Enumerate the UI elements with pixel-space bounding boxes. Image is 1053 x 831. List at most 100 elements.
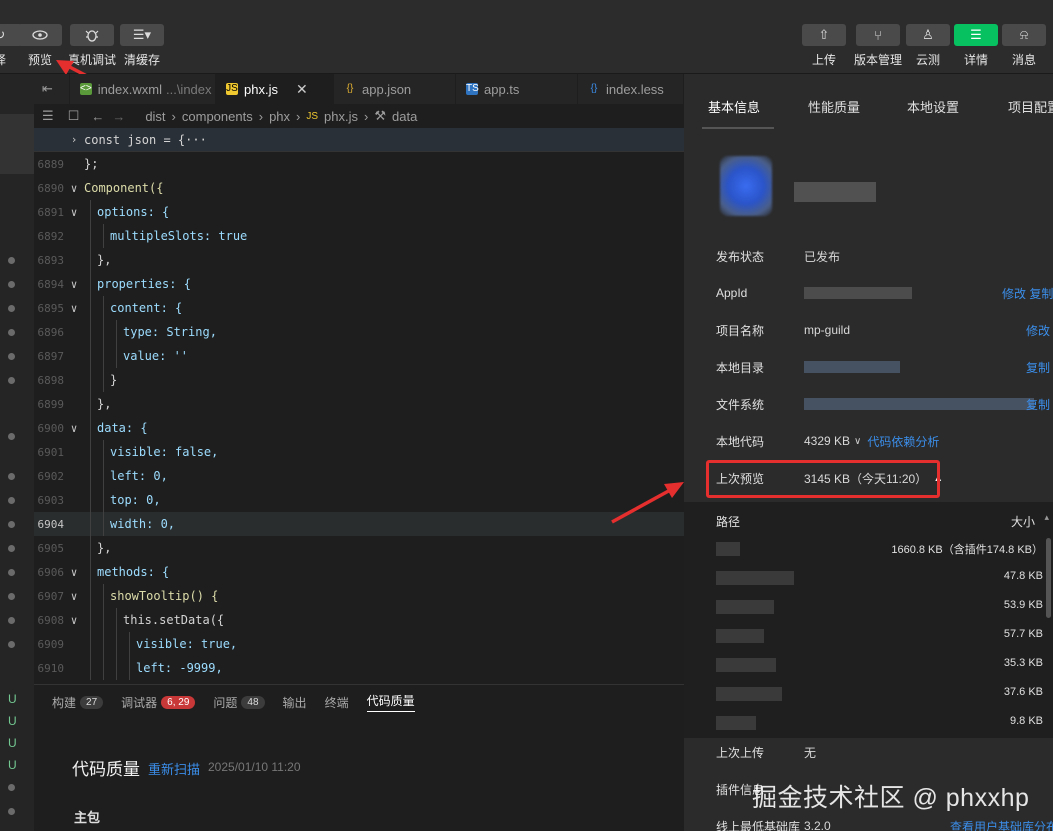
- tab-basic-info[interactable]: 基本信息: [708, 97, 760, 116]
- tab-performance[interactable]: 性能质量: [808, 97, 860, 116]
- indent-guide: [90, 584, 91, 608]
- fold-chevron-icon[interactable]: ∨: [64, 206, 84, 219]
- code-line[interactable]: 6895 ∨ content: {: [34, 296, 684, 320]
- tab-project-config[interactable]: 项目配置: [1008, 97, 1053, 116]
- eye-icon: [18, 24, 62, 46]
- chevron-right-icon[interactable]: ›: [64, 133, 84, 146]
- line-number: 6910: [37, 661, 65, 675]
- tab-index-wxml[interactable]: <> index.wxml ...\index: [70, 74, 216, 104]
- indent-guide: [116, 320, 117, 344]
- code-line[interactable]: 6901 visible: false,: [34, 440, 684, 464]
- code-line[interactable]: 6896 type: String,: [34, 320, 684, 344]
- list-item[interactable]: 57.7 KB: [684, 625, 1053, 647]
- upload-button[interactable]: ⇧ 上传: [802, 24, 846, 68]
- list-item[interactable]: 47.8 KB: [684, 567, 1053, 589]
- code-editor[interactable]: › const json = {··· 6889}; 6890 ∨ Component…: [34, 128, 684, 684]
- breadcrumb-dist[interactable]: dist: [145, 109, 165, 124]
- code-line[interactable]: 6894 ∨ properties: {: [34, 272, 684, 296]
- bookmark-icon[interactable]: ☐: [68, 108, 80, 124]
- list-item[interactable]: 35.3 KB: [684, 654, 1053, 676]
- fold-chevron-icon[interactable]: ∨: [64, 278, 84, 291]
- fs-copy-link[interactable]: 复制: [1026, 396, 1050, 413]
- messages-button[interactable]: ⍾ 消息: [1002, 24, 1046, 68]
- back-icon[interactable]: ←: [91, 109, 104, 124]
- code-line[interactable]: 6889};: [34, 152, 684, 176]
- cloud-test-button[interactable]: ♙ 云测: [906, 24, 950, 68]
- fold-chevron-icon[interactable]: ∨: [64, 182, 84, 195]
- dir-copy-link[interactable]: 复制: [1026, 359, 1050, 376]
- indent-guide: [90, 200, 91, 224]
- lib-distribution-link[interactable]: 查看用户基础库分布: [950, 818, 1053, 831]
- fold-chevron-icon[interactable]: ∨: [64, 422, 84, 435]
- code-line[interactable]: 6902 left: 0,: [34, 464, 684, 488]
- code-line[interactable]: 6905},: [34, 536, 684, 560]
- dependency-analysis-link[interactable]: 代码依赖分析: [867, 433, 939, 450]
- code-line[interactable]: 6908 ∨ this.setData({: [34, 608, 684, 632]
- json-icon: {}: [346, 83, 354, 94]
- fold-chevron-icon[interactable]: ∨: [64, 302, 84, 315]
- rescan-link[interactable]: 重新扫描: [148, 759, 200, 778]
- breadcrumb-components[interactable]: components: [182, 109, 253, 124]
- code-line[interactable]: 6898}: [34, 368, 684, 392]
- chevron-down-icon[interactable]: ∨: [854, 436, 861, 447]
- tab-index-less[interactable]: {} index.less: [578, 74, 684, 104]
- code-line[interactable]: 6899},: [34, 392, 684, 416]
- tab-phx-js[interactable]: JS phx.js ✕: [216, 74, 334, 104]
- list-item[interactable]: 53.9 KB: [684, 596, 1053, 618]
- breadcrumb-symbol[interactable]: data: [392, 109, 417, 124]
- chevron-right-icon: ›: [171, 108, 176, 124]
- indent-guide: [103, 320, 104, 344]
- code-line[interactable]: 6890 ∨ Component({: [34, 176, 684, 200]
- path-redacted: [716, 687, 782, 701]
- code-line[interactable]: 6910 left: -9999,: [34, 656, 684, 680]
- fold-chevron-icon[interactable]: ∨: [64, 566, 84, 579]
- line-number: 6901: [37, 445, 65, 459]
- panel-tab[interactable]: 问题 48: [213, 694, 265, 711]
- size-header[interactable]: 大小: [1011, 513, 1035, 530]
- sort-icon[interactable]: ▴: [1044, 512, 1049, 523]
- code-line[interactable]: 6907 ∨ showTooltip() {: [34, 584, 684, 608]
- code-line[interactable]: 6909 visible: true,: [34, 632, 684, 656]
- panel-tab[interactable]: 调试器 6, 29: [121, 694, 196, 711]
- code-line[interactable]: 6904 width: 0,: [34, 512, 684, 536]
- close-icon[interactable]: ✕: [296, 81, 308, 98]
- list-item[interactable]: 1660.8 KB（含插件174.8 KB）: [684, 538, 1053, 560]
- code-line[interactable]: 6893},: [34, 248, 684, 272]
- name-edit-link[interactable]: 修改: [1026, 322, 1050, 339]
- file-size: 53.9 KB: [1003, 599, 1043, 611]
- panel-tab[interactable]: 代码质量: [366, 692, 415, 712]
- status-dot: [8, 473, 15, 480]
- indent-guide: [90, 656, 91, 680]
- details-button[interactable]: ☰ 详情: [954, 24, 998, 68]
- sticky-scroll-line[interactable]: › const json = {···: [34, 128, 684, 152]
- breadcrumb-phx[interactable]: phx: [269, 109, 290, 124]
- panel-tab[interactable]: 输出: [283, 694, 307, 711]
- code-text: options: {: [97, 205, 170, 219]
- code-line[interactable]: 6903 top: 0,: [34, 488, 684, 512]
- list-item[interactable]: 9.8 KB: [684, 712, 1053, 734]
- code-line[interactable]: 6897 value: '': [34, 344, 684, 368]
- panel-tab[interactable]: 构建 27: [52, 694, 104, 711]
- code-line[interactable]: 6906 ∨ methods: {: [34, 560, 684, 584]
- tab-app-json[interactable]: {} app.json: [334, 74, 456, 104]
- code-text: visible: false,: [110, 445, 219, 459]
- fold-chevron-icon[interactable]: ∨: [64, 590, 84, 603]
- version-manage-button[interactable]: ⑂ 版本管理: [854, 24, 902, 68]
- tab-local-settings[interactable]: 本地设置: [907, 97, 959, 116]
- annotation-arrow-size: [611, 482, 684, 524]
- line-number: 6897: [37, 349, 65, 363]
- tab-app-ts[interactable]: TS app.ts: [456, 74, 578, 104]
- code-line[interactable]: 6891 ∨ options: {: [34, 200, 684, 224]
- breadcrumb-file[interactable]: phx.js: [324, 109, 358, 124]
- list-icon[interactable]: ☰: [42, 108, 54, 124]
- forward-icon[interactable]: →: [112, 109, 125, 124]
- code-line[interactable]: 6892 multipleSlots: true: [34, 224, 684, 248]
- code-line[interactable]: 6900 ∨ data: {: [34, 416, 684, 440]
- appid-edit-copy-links[interactable]: 修改 复制: [1002, 285, 1053, 302]
- code-text: },: [97, 397, 112, 411]
- fold-chevron-icon[interactable]: ∨: [64, 614, 84, 627]
- indent-guide: [116, 344, 117, 368]
- list-item[interactable]: 37.6 KB: [684, 683, 1053, 705]
- panel-tab[interactable]: 终端: [325, 694, 349, 711]
- collapse-sidebar-button[interactable]: ⇤: [34, 74, 70, 104]
